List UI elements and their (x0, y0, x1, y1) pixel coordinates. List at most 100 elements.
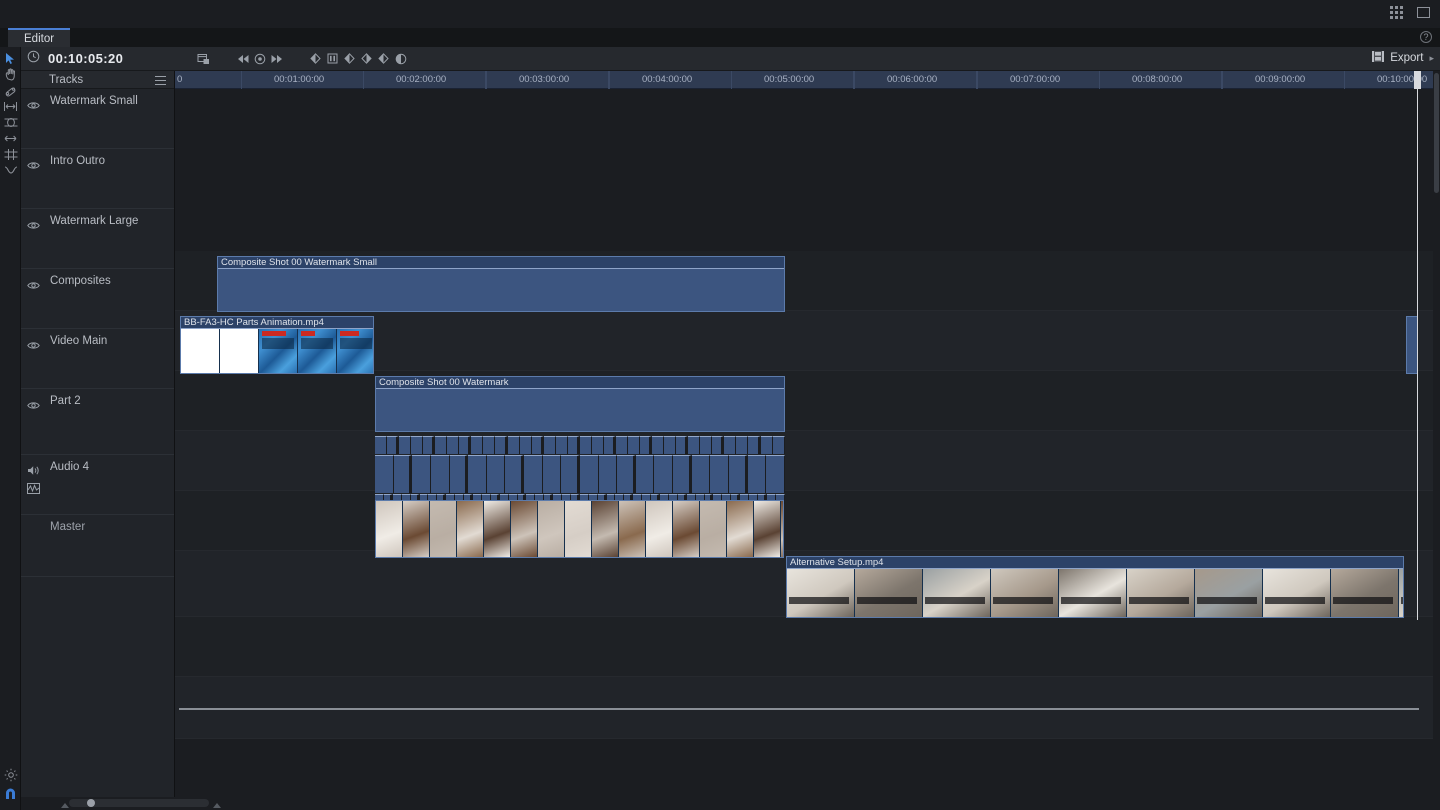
gear-icon[interactable] (0, 765, 21, 785)
composite-subclip[interactable] (375, 455, 394, 493)
clip-body[interactable] (376, 501, 783, 557)
clip-body[interactable] (181, 329, 373, 373)
composite-subclip[interactable] (673, 455, 692, 493)
composite-subclip[interactable] (375, 436, 388, 454)
composite-subclip[interactable] (449, 455, 469, 493)
roll-edit-icon[interactable] (0, 146, 21, 162)
track-header-master[interactable]: Master (21, 515, 175, 577)
zoom-out-icon[interactable] (61, 803, 69, 808)
composite-subclip[interactable] (471, 436, 484, 454)
record-icon[interactable] (251, 47, 268, 71)
composite-subclip[interactable] (688, 436, 701, 454)
vertical-scrollbar[interactable] (1433, 71, 1440, 810)
eye-icon[interactable] (27, 157, 40, 175)
composite-subclip[interactable] (483, 436, 496, 454)
tab-editor[interactable]: Editor (8, 28, 71, 47)
eye-icon[interactable] (27, 337, 40, 355)
track-lane-video-main[interactable] (175, 491, 1440, 551)
composite-subclip[interactable] (399, 436, 412, 454)
clip-body[interactable] (376, 389, 784, 431)
composite-subclip[interactable] (691, 455, 711, 493)
vertical-scrollbar-thumb[interactable] (1434, 73, 1439, 193)
track-header-video-main[interactable]: Video Main (21, 329, 175, 389)
clip-body[interactable] (1407, 317, 1417, 373)
fit-to-fill-icon[interactable] (358, 47, 375, 71)
composite-subclip[interactable] (627, 436, 641, 454)
track-lane-audio-4[interactable] (175, 617, 1440, 677)
zoom-slider-knob[interactable] (87, 799, 95, 807)
composite-subclip[interactable] (524, 455, 543, 493)
composite-subclip[interactable] (591, 436, 604, 454)
composite-subclip[interactable] (561, 455, 580, 493)
composite-subclip[interactable] (736, 436, 749, 454)
timeline-ruler[interactable]: 0 00:01:00:00 00:02:00:00 00:03:00:00 00:04:… (175, 71, 1440, 89)
timeline-clip[interactable]: Alternative Setup.mp4 (786, 556, 1404, 618)
track-header-watermark-large[interactable]: Watermark Large (21, 209, 175, 269)
waveform-icon[interactable] (27, 481, 40, 499)
composite-subclip[interactable] (766, 455, 785, 493)
overwrite-edit-icon[interactable] (324, 47, 341, 71)
playhead[interactable] (1414, 71, 1421, 620)
composite-subclip[interactable] (748, 436, 761, 454)
bezier-curve-icon[interactable] (0, 162, 21, 178)
composite-subclip[interactable] (724, 436, 737, 454)
append-edit-icon[interactable] (375, 47, 392, 71)
timeline-clip[interactable] (375, 436, 785, 504)
slide-arrows-icon[interactable] (0, 130, 21, 146)
export-button[interactable]: Export ▸ (1372, 51, 1434, 65)
track-header-audio-4[interactable]: Audio 4 (21, 455, 175, 515)
insert-edit-icon[interactable] (307, 47, 324, 71)
magnet-icon[interactable] (0, 785, 21, 803)
grid-layout-icon[interactable] (1390, 6, 1403, 19)
playhead-handle[interactable] (1414, 71, 1421, 89)
composite-subclip[interactable] (615, 436, 628, 454)
composite-subclip[interactable] (760, 436, 773, 454)
export-caret-icon[interactable]: ▸ (1429, 53, 1434, 64)
composite-subclip[interactable] (412, 455, 431, 493)
composite-subclip[interactable] (507, 436, 520, 454)
track-lane-watermark-large[interactable] (175, 371, 1440, 431)
composite-subclip[interactable] (555, 436, 568, 454)
restore-window-icon[interactable] (1417, 7, 1430, 18)
composite-subclip[interactable] (543, 436, 556, 454)
hand-tool[interactable] (0, 66, 21, 82)
composite-subclip[interactable] (567, 436, 580, 454)
skip-back-icon[interactable] (234, 47, 251, 71)
composite-subclip[interactable] (423, 436, 436, 454)
composite-subclip[interactable] (652, 436, 665, 454)
composite-subclip[interactable] (700, 436, 713, 454)
composite-subclip[interactable] (542, 455, 562, 493)
timeline-clip[interactable]: Composite Shot 00 Watermark Small (217, 256, 785, 312)
composite-subclip[interactable] (531, 436, 544, 454)
track-header-watermark-small[interactable]: Watermark Small (21, 89, 175, 149)
track-lane-composites[interactable] (175, 431, 1440, 491)
composite-subclip[interactable] (598, 455, 618, 493)
composite-subclip[interactable] (495, 436, 508, 454)
composite-subclip[interactable] (664, 436, 677, 454)
eye-icon[interactable] (27, 397, 40, 415)
composite-subclip[interactable] (411, 436, 424, 454)
composite-clip-band[interactable] (375, 455, 785, 493)
eye-icon[interactable] (27, 217, 40, 235)
composite-subclip[interactable] (579, 455, 599, 493)
skip-forward-icon[interactable] (268, 47, 285, 71)
composite-subclip[interactable] (617, 455, 636, 493)
composite-subclip[interactable] (579, 436, 592, 454)
composite-subclip[interactable] (747, 455, 767, 493)
zoom-slider[interactable] (69, 799, 209, 807)
composite-subclip[interactable] (772, 436, 785, 454)
composite-clip-band[interactable] (375, 436, 785, 454)
composite-subclip[interactable] (430, 455, 450, 493)
composite-subclip[interactable] (712, 436, 725, 454)
import-media-icon[interactable] (195, 47, 212, 71)
composite-subclip[interactable] (468, 455, 487, 493)
track-header-intro-outro[interactable]: Intro Outro (21, 149, 175, 209)
timeline-panel[interactable]: 0 00:01:00:00 00:02:00:00 00:03:00:00 00:04:… (175, 71, 1440, 810)
composite-subclip[interactable] (387, 436, 400, 454)
composite-subclip[interactable] (676, 436, 689, 454)
eye-icon[interactable] (27, 97, 40, 115)
help-icon[interactable]: ? (1420, 31, 1432, 43)
composite-subclip[interactable] (447, 436, 460, 454)
ripple-overwrite-icon[interactable] (392, 47, 409, 71)
clip-body[interactable] (218, 269, 784, 311)
